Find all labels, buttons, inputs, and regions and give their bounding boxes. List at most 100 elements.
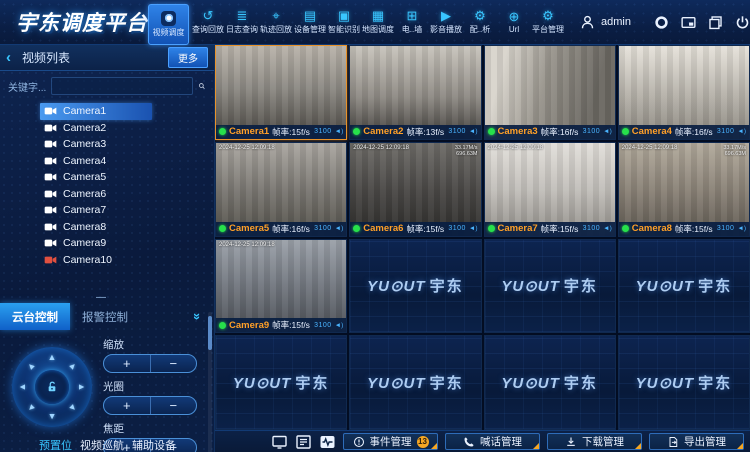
audio-icon[interactable]: ◄) xyxy=(469,225,478,232)
sidebar-title: 视频列表 xyxy=(22,49,70,66)
audio-icon[interactable]: ◄) xyxy=(335,322,344,329)
restore-icon[interactable] xyxy=(707,14,724,31)
camera-item-8[interactable]: Camera8 xyxy=(0,219,214,236)
link-presets[interactable]: 预置位 xyxy=(39,437,72,452)
nav-media-play[interactable]: ▶ 影音播放 xyxy=(429,0,463,45)
link-aux-devices[interactable]: 辅助设备 xyxy=(132,437,176,452)
joystick-up-right[interactable]: ▲ xyxy=(65,357,82,374)
camera-item-7[interactable]: Camera7 xyxy=(0,202,214,219)
list-panel-icon[interactable] xyxy=(295,434,312,450)
nav-query-playback[interactable]: ↺ 查询回放 xyxy=(191,0,225,45)
joystick-right[interactable]: ▲ xyxy=(76,381,88,393)
ptz-joystick[interactable]: ▲ ▲ ▲ ▲ ▲ ▲ ▲ ▲ xyxy=(12,347,92,427)
camera-item-2[interactable]: Camera2 xyxy=(0,120,214,137)
collapse-sidebar-icon[interactable]: ‹ xyxy=(6,50,22,66)
video-tile-camera4[interactable]: Camera4 帧率:16f/s 3100 ◄) xyxy=(618,45,750,140)
nav-config-analysis[interactable]: ⚙ 配..析 xyxy=(463,0,497,45)
camera-item-4[interactable]: Camera4 xyxy=(0,153,214,170)
keyword-label: 关键字... xyxy=(8,79,46,94)
video-tile-camera7[interactable]: 2024-12-25 12:09:18 Camera7 帧率:15f/s 310… xyxy=(484,142,616,237)
camera-item-6[interactable]: Camera6 xyxy=(0,186,214,203)
keyword-input[interactable] xyxy=(51,77,193,95)
nav-tv-wall[interactable]: ⊞ 电..墙 xyxy=(395,0,429,45)
camera-item-1[interactable]: Camera1 xyxy=(0,103,214,120)
camera-icon xyxy=(44,189,57,199)
audio-icon[interactable]: ◄) xyxy=(335,225,344,232)
audio-icon[interactable]: ◄) xyxy=(469,128,478,135)
video-tile-camera8[interactable]: 2024-12-25 12:09:18 33.17M/s 696.63M Cam… xyxy=(618,142,750,237)
online-dot xyxy=(622,128,629,135)
joystick-left[interactable]: ▲ xyxy=(16,381,28,393)
camera-icon xyxy=(44,123,57,133)
video-tile-camera9[interactable]: 2024-12-25 12:09:18 Camera9 帧率:15f/s 310… xyxy=(215,239,347,334)
zoom-minus-button[interactable]: − xyxy=(151,355,197,372)
joystick-down-right[interactable]: ▲ xyxy=(65,400,82,417)
nav-log-query[interactable]: ≣ 日志查询 xyxy=(225,0,259,45)
nav-ai-recognition[interactable]: ▣ 智能识别 xyxy=(327,0,361,45)
camera-item-9[interactable]: Camera9 xyxy=(0,235,214,252)
replay-icon: ↺ xyxy=(203,9,214,23)
empty-tile[interactable]: YU⊙UT宇东 xyxy=(349,239,481,334)
audio-icon[interactable]: ◄) xyxy=(603,225,612,232)
zoom-plus-button[interactable]: + xyxy=(104,355,151,372)
tab-alarm-control[interactable]: 报警控制 xyxy=(70,303,140,330)
tile-info-bar: Camera1 帧率:15f/s 3100 ◄) xyxy=(216,125,346,139)
joystick-up[interactable]: ▲ xyxy=(46,351,58,363)
camera-item-5[interactable]: Camera5 xyxy=(0,169,214,186)
event-management-button[interactable]: 事件管理 13 xyxy=(343,433,438,450)
joystick-up-left[interactable]: ▲ xyxy=(22,357,39,374)
empty-tile[interactable]: YU⊙UT宇东 xyxy=(215,335,347,430)
iris-minus-button[interactable]: − xyxy=(151,397,197,414)
empty-tile[interactable]: YU⊙UT宇东 xyxy=(618,335,750,430)
camera-icon xyxy=(44,139,57,149)
video-tile-camera2[interactable]: Camera2 帧率:13f/s 3100 ◄) xyxy=(349,45,481,140)
nav-track-playback[interactable]: ⌖ 轨迹回放 xyxy=(259,0,293,45)
panel-collapse-handle[interactable]: — xyxy=(96,292,106,303)
settings-icon[interactable] xyxy=(653,14,670,31)
alert-icon xyxy=(353,436,365,448)
empty-tile[interactable]: YU⊙UT宇东 xyxy=(484,239,616,334)
camera-item-10[interactable]: Camera10 xyxy=(0,252,214,269)
empty-tile[interactable]: YU⊙UT宇东 xyxy=(618,239,750,334)
video-tile-camera3[interactable]: Camera3 帧率:16f/s 3100 ◄) xyxy=(484,45,616,140)
unlock-icon xyxy=(45,380,59,394)
link-video-cruise[interactable]: 视频巡航 xyxy=(80,437,124,452)
camera-item-3[interactable]: Camera3 xyxy=(0,136,214,153)
download-management-button[interactable]: 下载管理 xyxy=(547,433,642,450)
power-icon[interactable] xyxy=(734,14,750,31)
panel-scrollbar[interactable] xyxy=(208,312,212,452)
main-nav: 视频调度 ↺ 查询回放 ≣ 日志查询 ⌖ 轨迹回放 ▤ 设备管理 ▣ 智能识别 xyxy=(148,0,565,45)
audio-icon[interactable]: ◄) xyxy=(335,128,344,135)
nav-platform-mgmt[interactable]: ⚙ 平台管理 xyxy=(531,0,565,45)
nav-video-dispatch[interactable]: 视频调度 xyxy=(148,4,189,45)
video-timestamp: 2024-12-25 12:09:18 xyxy=(353,145,409,151)
nav-url[interactable]: ⊕ Url xyxy=(497,0,531,45)
audio-icon[interactable]: ◄) xyxy=(603,128,612,135)
empty-tile[interactable]: YU⊙UT宇东 xyxy=(484,335,616,430)
tile-info-bar: Camera5 帧率:16f/s 3100 ◄) xyxy=(216,222,346,236)
scrollbar-thumb[interactable] xyxy=(208,316,212,350)
export-management-button[interactable]: 导出管理 xyxy=(649,433,744,450)
chevron-down-icon[interactable]: » xyxy=(190,313,205,320)
audio-icon[interactable]: ◄) xyxy=(737,225,746,232)
nav-device-mgmt[interactable]: ▤ 设备管理 xyxy=(293,0,327,45)
broadcast-management-button[interactable]: 喊话管理 xyxy=(445,433,540,450)
video-tile-camera5[interactable]: 2024-12-25 12:09:18 Camera5 帧率:16f/s 310… xyxy=(215,142,347,237)
more-button[interactable]: 更多 xyxy=(168,47,208,68)
monitor-icon[interactable] xyxy=(271,434,288,450)
pip-icon[interactable] xyxy=(680,14,697,31)
waveform-icon[interactable] xyxy=(319,434,336,450)
iris-plus-button[interactable]: + xyxy=(104,397,151,414)
joystick-down[interactable]: ▲ xyxy=(46,411,58,423)
audio-icon[interactable]: ◄) xyxy=(737,128,746,135)
joystick-down-left[interactable]: ▲ xyxy=(22,400,39,417)
empty-tile[interactable]: YU⊙UT宇东 xyxy=(349,335,481,430)
log-icon: ≣ xyxy=(237,9,248,23)
user-menu[interactable]: admin xyxy=(579,14,631,31)
video-tile-camera6[interactable]: 2024-12-25 12:09:18 33.17M/s 696.63M Cam… xyxy=(349,142,481,237)
tab-ptz-control[interactable]: 云台控制 xyxy=(0,303,70,330)
watermark-logo: YU⊙UT宇东 xyxy=(367,275,463,296)
nav-map-dispatch[interactable]: ▦ 地图调度 xyxy=(361,0,395,45)
video-tile-camera1[interactable]: Camera1 帧率:15f/s 3100 ◄) xyxy=(215,45,347,140)
search-icon[interactable] xyxy=(198,79,206,93)
